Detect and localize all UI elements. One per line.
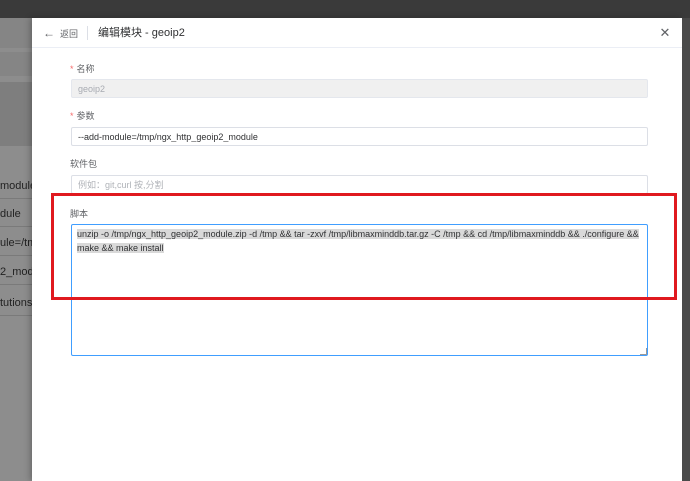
required-mark: * <box>70 111 74 121</box>
scrollbar-track <box>682 18 690 481</box>
resize-handle-icon[interactable] <box>640 348 647 355</box>
background-top-bar <box>0 0 690 18</box>
script-text: unzip -o /tmp/ngx_http_geoip2_module.zip… <box>77 229 639 253</box>
edit-module-drawer: ← 返回 编辑模块 - geoip2 ✕ *名称 *参数 软件包 脚本 unzi… <box>32 18 682 481</box>
close-icon[interactable]: ✕ <box>658 25 672 41</box>
params-label: * 参数 <box>70 111 95 121</box>
drawer-header: ← 返回 编辑模块 - geoip2 ✕ <box>32 18 682 48</box>
back-label: 返回 <box>60 28 79 39</box>
name-label: * 名称 <box>70 64 95 74</box>
header-divider <box>87 26 88 40</box>
params-field[interactable] <box>71 127 648 146</box>
name-field[interactable] <box>71 79 648 98</box>
packages-label: 软件包 <box>70 159 98 169</box>
arrow-left-icon: ← <box>43 26 55 40</box>
drawer-title: 编辑模块 - geoip2 <box>98 27 185 39</box>
packages-field[interactable] <box>71 175 648 194</box>
script-label: 脚本 <box>70 209 89 219</box>
required-mark: * <box>70 64 74 74</box>
script-textarea[interactable]: unzip -o /tmp/ngx_http_geoip2_module.zip… <box>71 224 648 356</box>
back-button[interactable]: ← 返回 <box>43 25 78 41</box>
